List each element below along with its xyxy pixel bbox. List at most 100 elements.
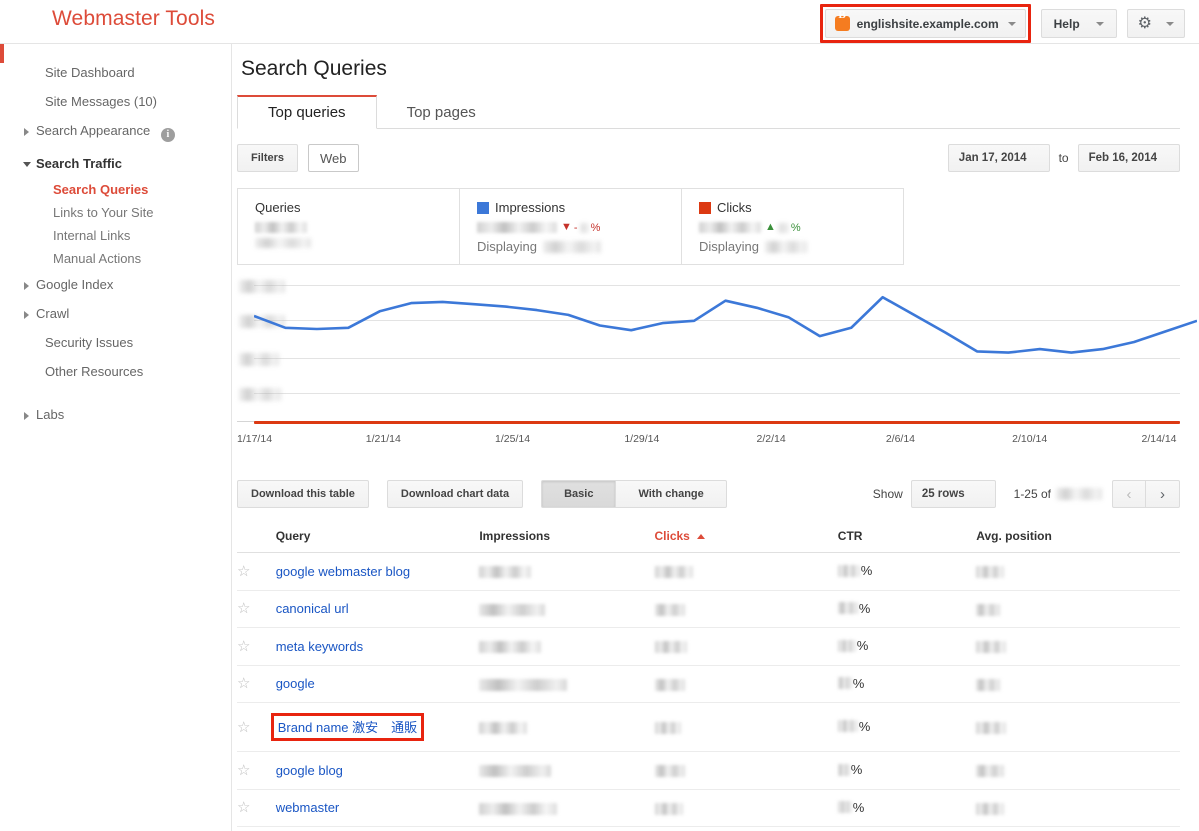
sidebar-item-other-resources[interactable]: Other Resources <box>0 357 231 386</box>
query-link[interactable]: webmaster <box>276 800 340 815</box>
x-tick-label: 2/14/14 <box>1141 433 1177 445</box>
sidebar-item-internal-links[interactable]: Internal Links <box>0 224 231 247</box>
query-link[interactable]: google blog <box>276 763 343 778</box>
row-impressions-cell <box>479 826 655 831</box>
sidebar-item-manual-actions[interactable]: Manual Actions <box>0 247 231 270</box>
segment-label: Basic <box>564 488 594 500</box>
row-position-cell <box>976 702 1180 752</box>
row-impressions-redacted <box>479 641 542 654</box>
tab-top-pages[interactable]: Top pages <box>377 95 506 129</box>
date-from-button[interactable]: Jan 17, 2014 <box>947 144 1050 172</box>
triangle-down-icon <box>23 162 31 167</box>
table-row: ☆ meta keywords% <box>237 627 1180 666</box>
view-mode-basic-button[interactable]: Basic <box>541 480 617 508</box>
ctr-value: % <box>837 638 868 653</box>
star-outline-icon[interactable]: ☆ <box>237 600 250 617</box>
star-outline-icon[interactable]: ☆ <box>237 799 250 816</box>
ctr-value: % <box>837 563 873 578</box>
row-ctr-cell: % <box>837 552 977 591</box>
web-filter-chip[interactable]: Web <box>308 144 359 172</box>
query-link[interactable]: meta keywords <box>276 639 363 654</box>
queries-value-redacted-2 <box>255 237 311 248</box>
header-query[interactable]: Query <box>275 523 480 553</box>
sidebar-item-links-to-your-site[interactable]: Links to Your Site <box>0 201 231 224</box>
star-outline-icon[interactable]: ☆ <box>237 762 250 779</box>
impressions-line-series <box>254 295 1197 354</box>
clicks-swatch-icon <box>699 201 711 214</box>
row-clicks-redacted <box>654 802 683 815</box>
star-outline-icon[interactable]: ☆ <box>237 563 250 580</box>
row-ctr-redacted <box>837 801 852 813</box>
help-button[interactable]: Help <box>1040 9 1117 38</box>
prev-page-button[interactable]: ‹ <box>1112 480 1146 508</box>
row-position-redacted <box>976 603 1001 616</box>
clicks-delta: ▲ % <box>765 222 801 234</box>
card-title: Queries <box>255 200 301 215</box>
x-tick-label: 1/21/14 <box>365 433 401 445</box>
sidebar-item-search-queries[interactable]: Search Queries <box>0 44 231 201</box>
next-page-button[interactable]: › <box>1146 480 1180 508</box>
table-row: ☆ Brand name 激安 通販% <box>237 702 1180 752</box>
sidebar-item-labs[interactable]: Labs <box>0 400 231 429</box>
row-position-cell <box>976 590 1180 628</box>
sidebar-item-label: Crawl <box>36 306 70 321</box>
row-query-cell: webmaster <box>275 789 480 827</box>
sidebar-item-search-appearance[interactable]: Search Appearance i <box>0 116 231 149</box>
table-row: ☆ canonical url% <box>237 590 1180 628</box>
view-mode-with-change-button[interactable]: With change <box>616 480 727 508</box>
sidebar-item-google-index[interactable]: Google Index <box>0 270 231 299</box>
query-link[interactable]: google <box>276 676 315 691</box>
sidebar-item-label: Site Messages (10) <box>45 94 157 109</box>
chevron-down-icon <box>1095 21 1104 26</box>
header-label: Impressions <box>479 529 551 543</box>
sidebar-item-site-dashboard[interactable]: Site Dashboard <box>0 58 231 87</box>
site-selector-button[interactable]: englishsite.example.com <box>824 9 1026 38</box>
settings-button[interactable]: ⚙ <box>1126 9 1185 38</box>
filters-button[interactable]: Filters <box>237 144 299 172</box>
row-clicks-cell <box>654 751 838 790</box>
row-ctr-redacted <box>837 564 860 577</box>
query-link[interactable]: canonical url <box>276 601 349 616</box>
rows-per-page-select[interactable]: 25 rows <box>910 480 996 508</box>
sidebar-item-site-messages[interactable]: Site Messages (10) <box>0 87 231 116</box>
row-impressions-cell <box>479 702 655 752</box>
header-ctr[interactable]: CTR <box>837 523 977 553</box>
row-position-redacted <box>976 678 1001 691</box>
row-query-cell: google webmaster blog <box>275 552 480 591</box>
row-clicks-redacted <box>654 566 693 579</box>
download-table-label: Download this table <box>251 488 355 500</box>
download-table-button[interactable]: Download this table <box>237 480 369 508</box>
star-outline-icon[interactable]: ☆ <box>237 675 250 692</box>
header-impressions[interactable]: Impressions <box>479 523 655 553</box>
card-displaying-row: Displaying <box>699 239 903 254</box>
row-ctr-cell: % <box>837 702 977 752</box>
result-range: 1-25 of <box>1014 487 1102 501</box>
sidebar-item-crawl[interactable]: Crawl <box>0 299 231 328</box>
row-ctr-cell: % <box>837 590 977 628</box>
date-to-button[interactable]: Feb 16, 2014 <box>1077 144 1180 172</box>
table-row: ☆ webmaster% <box>237 789 1180 827</box>
query-annotation-box: Brand name 激安 通販 <box>270 713 425 741</box>
header-avg-position[interactable]: Avg. position <box>976 523 1180 553</box>
header-clicks[interactable]: Clicks <box>654 523 838 553</box>
sidebar-item-security-issues[interactable]: Security Issues <box>0 328 231 357</box>
row-query-cell: google <box>275 665 480 703</box>
tab-top-queries[interactable]: Top queries <box>237 95 377 129</box>
star-outline-icon[interactable]: ☆ <box>237 719 250 736</box>
impressions-value-redacted <box>477 222 557 233</box>
card-title-row: Impressions <box>477 200 681 215</box>
download-chart-button[interactable]: Download chart data <box>386 480 524 508</box>
summary-card-impressions: Impressions ▼ - % Displaying <box>460 189 682 264</box>
sidebar-item-search-traffic[interactable]: Search Traffic <box>0 149 231 178</box>
info-icon[interactable]: i <box>160 128 175 142</box>
ctr-value: % <box>837 601 870 616</box>
query-link[interactable]: Brand name 激安 通販 <box>278 720 417 735</box>
star-outline-icon[interactable]: ☆ <box>237 638 250 655</box>
blogger-icon <box>834 16 850 31</box>
row-clicks-cell <box>654 552 838 591</box>
card-value-row <box>255 220 459 235</box>
percent-symbol: % <box>860 563 873 578</box>
delta-value-redacted <box>579 222 589 233</box>
row-clicks-redacted <box>654 765 685 778</box>
query-link[interactable]: google webmaster blog <box>276 564 410 579</box>
